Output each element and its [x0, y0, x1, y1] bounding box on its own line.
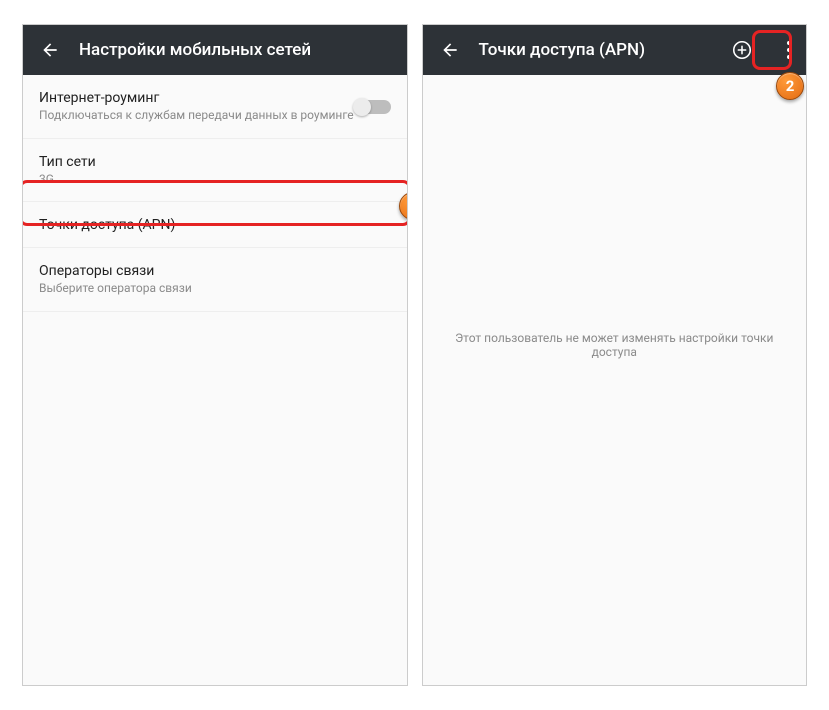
- back-icon[interactable]: [439, 39, 461, 61]
- more-icon[interactable]: [780, 36, 798, 64]
- appbar-right: Точки доступа (APN): [423, 25, 807, 75]
- appbar-left: Настройки мобильных сетей: [23, 25, 407, 75]
- roaming-toggle[interactable]: [355, 100, 391, 114]
- step-badge-2: 2: [776, 72, 804, 100]
- empty-state: Этот пользователь не может изменять наст…: [423, 75, 807, 685]
- content-right: Этот пользователь не может изменять наст…: [423, 75, 807, 685]
- add-apn-button[interactable]: [728, 36, 756, 64]
- apn-title: Точки доступа (APN): [39, 217, 175, 233]
- empty-text: Этот пользователь не может изменять наст…: [441, 331, 789, 359]
- back-icon[interactable]: [39, 39, 61, 61]
- operators-subtitle: Выберите оператора связи: [39, 281, 192, 297]
- operators-title: Операторы связи: [39, 263, 192, 279]
- network-type-title: Тип сети: [39, 154, 96, 170]
- phone-left: Настройки мобильных сетей Интернет-роуми…: [22, 24, 408, 686]
- roaming-subtitle: Подключаться к службам передачи данных в…: [39, 108, 354, 124]
- content-left: Интернет-роуминг Подключаться к службам …: [23, 75, 407, 685]
- phone-right: Точки доступа (APN) Этот пользователь не…: [422, 24, 808, 686]
- item-roaming[interactable]: Интернет-роуминг Подключаться к службам …: [23, 75, 407, 139]
- page-title-right: Точки доступа (APN): [479, 40, 711, 60]
- roaming-title: Интернет-роуминг: [39, 90, 354, 106]
- item-operators[interactable]: Операторы связи Выберите оператора связи: [23, 248, 407, 312]
- item-network-type[interactable]: Тип сети 3G: [23, 139, 407, 203]
- network-type-subtitle: 3G: [39, 172, 96, 188]
- page-title-left: Настройки мобильных сетей: [79, 40, 399, 60]
- item-apn[interactable]: Точки доступа (APN): [23, 202, 407, 248]
